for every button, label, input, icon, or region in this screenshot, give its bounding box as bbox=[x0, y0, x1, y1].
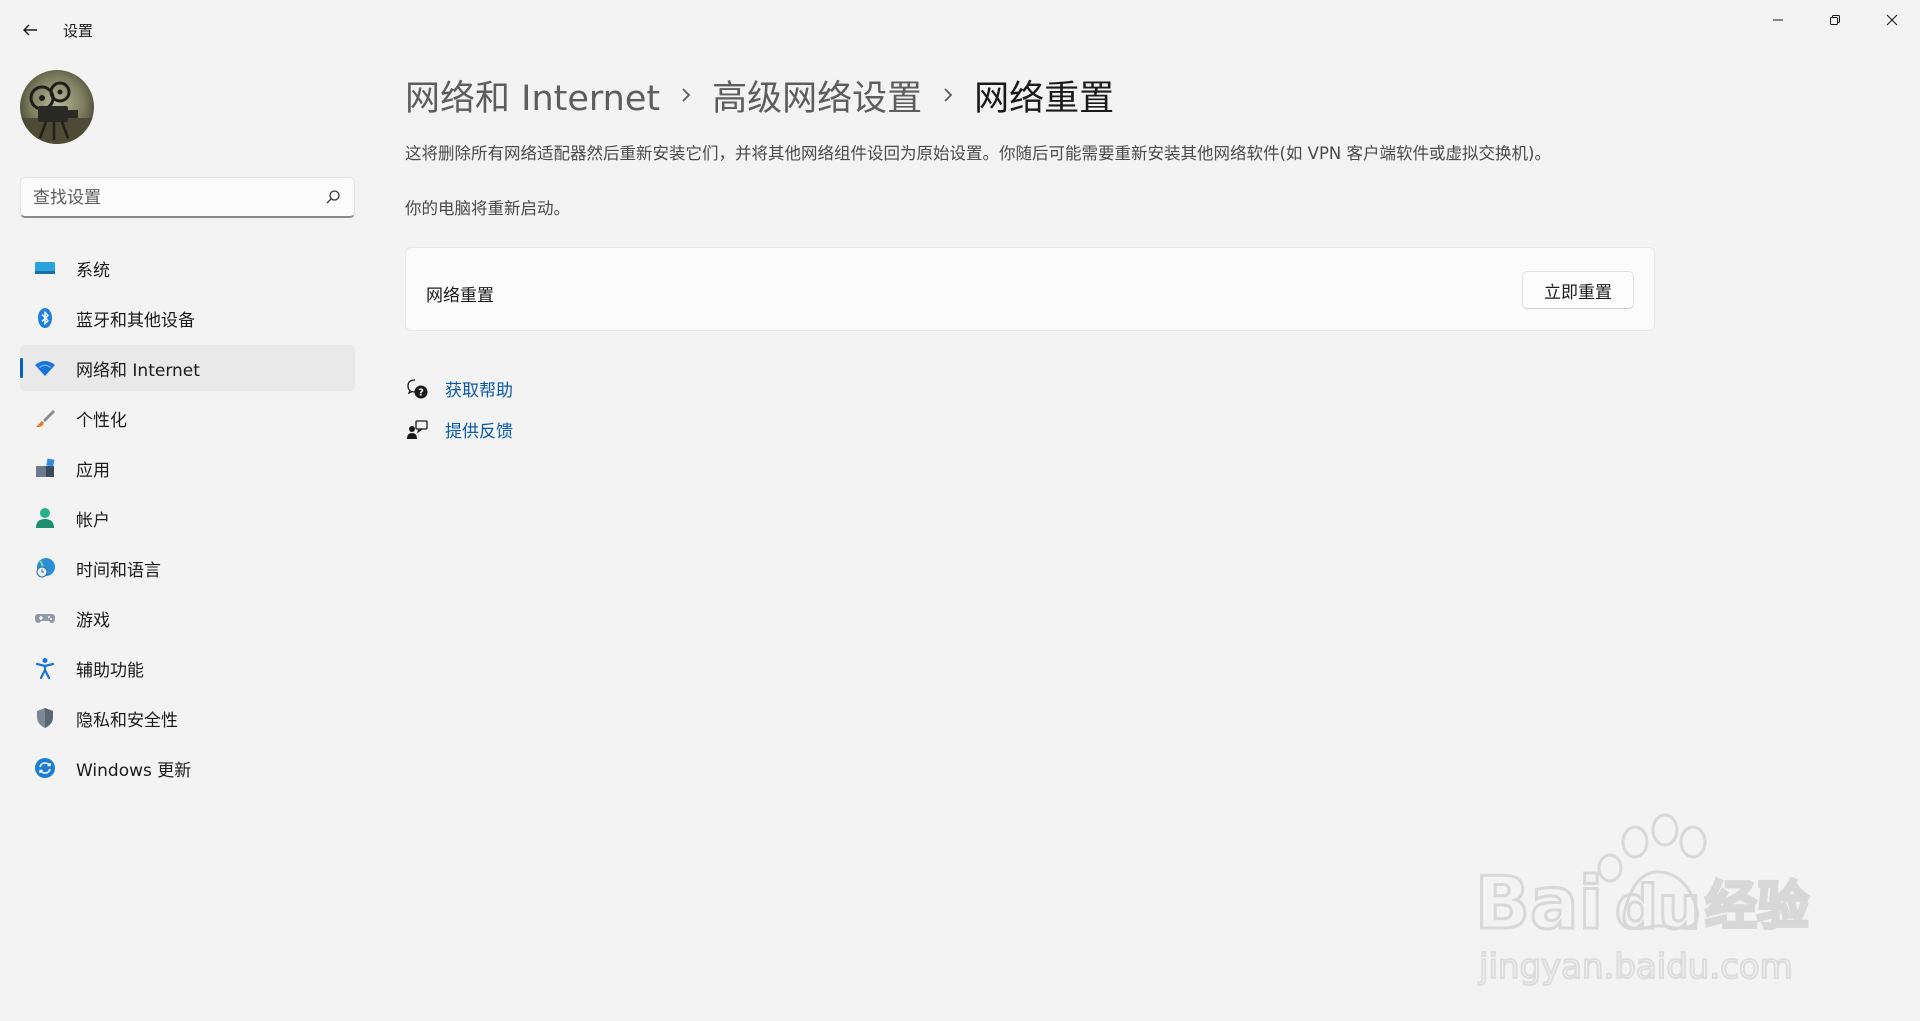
apps-icon bbox=[34, 457, 56, 479]
page-description: 这将删除所有网络适配器然后重新安装它们，并将其他网络组件设回为原始设置。你随后可… bbox=[405, 144, 1551, 163]
chevron-right-icon bbox=[660, 87, 712, 103]
restart-note: 你的电脑将重新启动。 bbox=[405, 199, 570, 218]
sidebar-item-label: 蓝牙和其他设备 bbox=[76, 310, 195, 331]
sidebar-item-personalization[interactable]: 个性化 bbox=[20, 395, 355, 441]
sidebar: 系统 蓝牙和其他设备 网络和 Internet 个性化 bbox=[0, 60, 370, 1021]
brush-icon bbox=[34, 407, 56, 429]
sidebar-item-privacy[interactable]: 隐私和安全性 bbox=[20, 695, 355, 741]
get-help-link[interactable]: 获取帮助 bbox=[445, 376, 513, 401]
update-icon bbox=[34, 757, 56, 779]
avatar-image bbox=[20, 70, 94, 144]
sidebar-item-label: 辅助功能 bbox=[76, 660, 144, 681]
bluetooth-icon bbox=[34, 307, 56, 329]
network-reset-label: 网络重置 bbox=[426, 286, 494, 306]
restore-icon bbox=[1829, 15, 1840, 25]
feedback-link-row[interactable]: 提供反馈 bbox=[405, 409, 513, 450]
close-button[interactable] bbox=[1863, 0, 1920, 40]
sidebar-item-label: 应用 bbox=[76, 460, 110, 481]
breadcrumb-item-network[interactable]: 网络和 Internet bbox=[405, 70, 660, 121]
sidebar-item-label: Windows 更新 bbox=[76, 760, 192, 781]
gamepad-icon bbox=[34, 607, 56, 629]
svg-text:经验: 经验 bbox=[1705, 877, 1809, 937]
sidebar-item-system[interactable]: 系统 bbox=[20, 245, 355, 291]
svg-text:du: du bbox=[1615, 873, 1701, 943]
app-title: 设置 bbox=[63, 22, 94, 40]
sidebar-item-network[interactable]: 网络和 Internet bbox=[20, 345, 355, 391]
get-help-link-row[interactable]: ? 获取帮助 bbox=[405, 368, 513, 409]
sidebar-item-windows-update[interactable]: Windows 更新 bbox=[20, 745, 355, 791]
breadcrumb: 网络和 Internet 高级网络设置 网络重置 bbox=[405, 70, 1114, 120]
breadcrumb-item-advanced[interactable]: 高级网络设置 bbox=[712, 70, 922, 121]
svg-text:?: ? bbox=[418, 387, 424, 398]
minimize-icon bbox=[1772, 19, 1783, 21]
wifi-icon bbox=[34, 357, 56, 379]
help-links: ? 获取帮助 提供反馈 bbox=[405, 368, 513, 450]
avatar[interactable] bbox=[20, 70, 94, 144]
sidebar-item-gaming[interactable]: 游戏 bbox=[20, 595, 355, 641]
minimize-button[interactable] bbox=[1749, 0, 1806, 40]
network-reset-card: 网络重置 立即重置 bbox=[405, 247, 1655, 331]
sidebar-item-label: 系统 bbox=[76, 260, 110, 281]
sidebar-item-label: 时间和语言 bbox=[76, 560, 161, 581]
help-chat-icon: ? bbox=[405, 377, 429, 401]
shield-icon bbox=[34, 707, 56, 729]
sidebar-item-apps[interactable]: 应用 bbox=[20, 445, 355, 491]
baidu-jingyan-watermark: Bai du 经验 jingyan.baidu.com bbox=[1465, 800, 1825, 990]
sidebar-item-label: 帐户 bbox=[76, 510, 110, 531]
page-title: 网络重置 bbox=[974, 78, 1115, 119]
sidebar-item-label: 隐私和安全性 bbox=[76, 710, 178, 731]
sidebar-item-accounts[interactable]: 帐户 bbox=[20, 495, 355, 541]
system-icon bbox=[34, 257, 56, 279]
search-icon[interactable] bbox=[324, 188, 342, 206]
sidebar-nav: 系统 蓝牙和其他设备 网络和 Internet 个性化 应用 帐户 时间和语言 … bbox=[20, 245, 355, 795]
person-icon bbox=[34, 507, 56, 529]
search-input[interactable] bbox=[33, 186, 313, 210]
back-arrow-icon bbox=[23, 24, 37, 36]
title-bar: 设置 bbox=[0, 0, 1920, 60]
svg-text:jingyan.baidu.com: jingyan.baidu.com bbox=[1478, 947, 1793, 987]
window-controls bbox=[1749, 0, 1920, 40]
accessibility-icon bbox=[34, 657, 56, 679]
settings-window: 设置 查找设置 系统 蓝牙和其他设备 网络和 Internet 个性化 应用 帐… bbox=[0, 0, 1920, 1021]
globe-clock-icon bbox=[34, 557, 56, 579]
chevron-right-icon bbox=[922, 87, 974, 103]
sidebar-item-label: 网络和 Internet bbox=[76, 360, 200, 381]
restore-button[interactable] bbox=[1806, 0, 1863, 40]
sidebar-item-time-language[interactable]: 时间和语言 bbox=[20, 545, 355, 591]
sidebar-item-label: 个性化 bbox=[76, 410, 127, 431]
baidu-logo-icon: Bai du 经验 jingyan.baidu.com bbox=[1474, 813, 1811, 988]
close-icon bbox=[1886, 14, 1897, 26]
search-box bbox=[20, 177, 355, 218]
reset-now-button[interactable]: 立即重置 bbox=[1522, 271, 1634, 309]
sidebar-item-accessibility[interactable]: 辅助功能 bbox=[20, 645, 355, 691]
feedback-icon bbox=[405, 418, 429, 442]
sidebar-item-label: 游戏 bbox=[76, 610, 110, 631]
give-feedback-link[interactable]: 提供反馈 bbox=[445, 417, 513, 442]
svg-text:Bai: Bai bbox=[1475, 861, 1603, 945]
back-button[interactable] bbox=[14, 14, 46, 46]
sidebar-item-bluetooth[interactable]: 蓝牙和其他设备 bbox=[20, 295, 355, 341]
